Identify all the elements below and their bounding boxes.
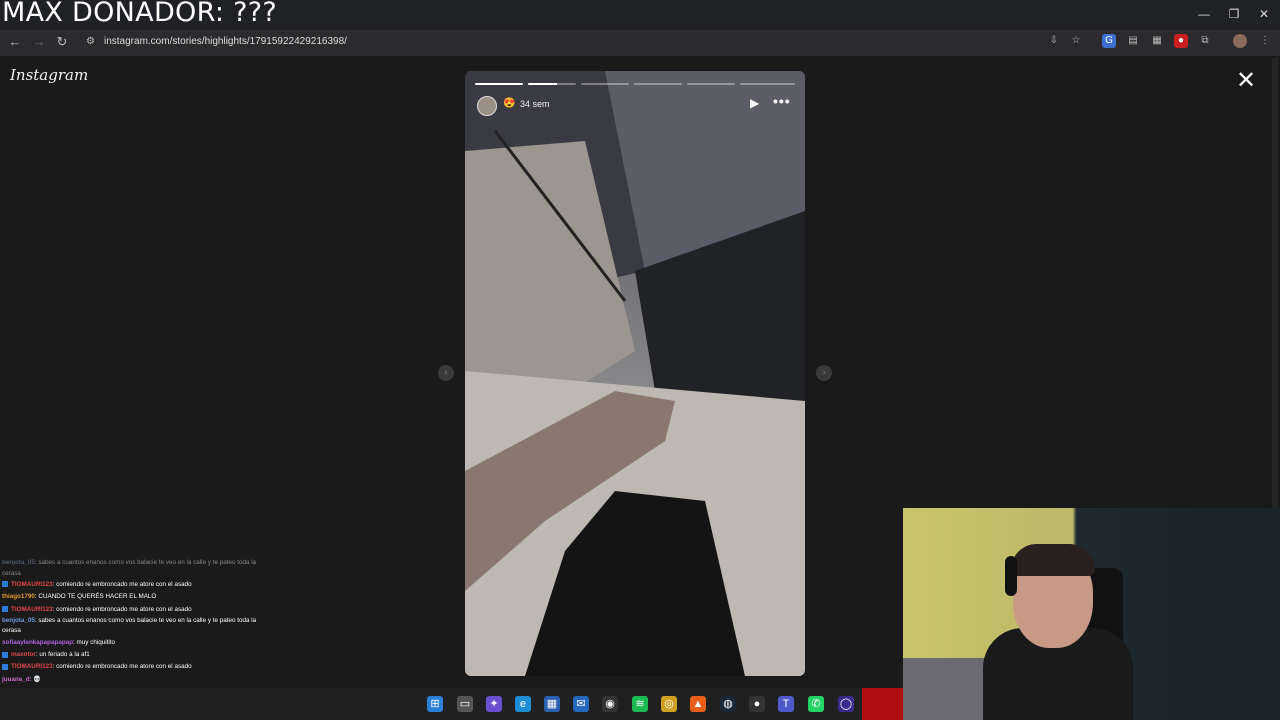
minimize-button[interactable]: —: [1194, 5, 1214, 23]
close-window-button[interactable]: ✕: [1254, 5, 1274, 23]
task-view-icon[interactable]: ▭: [457, 696, 473, 712]
url-text[interactable]: instagram.com/stories/highlights/1791592…: [104, 36, 347, 47]
chat-text: : 💀: [29, 675, 41, 683]
chat-username[interactable]: sofiaaylenkapapapapap: [2, 639, 73, 646]
story-progress-segment: [581, 83, 629, 85]
chat-text: : sabes a cuantos enanos como vos balaci…: [2, 559, 257, 577]
story-media[interactable]: 😍 34 sem ▶ •••: [465, 71, 805, 676]
forward-icon[interactable]: →: [30, 34, 48, 50]
chat-badge-icon: [2, 581, 8, 588]
chat-message: TIOMAURI123: comiendo re embroncado me a…: [0, 579, 265, 591]
chat-message: TIOMAURI123: comiendo re embroncado me a…: [0, 604, 265, 616]
chat-username[interactable]: thiago1790: [2, 593, 35, 600]
story-progress-segment: [687, 83, 735, 85]
bookmark-star-icon[interactable]: ☆: [1069, 34, 1083, 48]
chat-username[interactable]: juuana_d: [2, 676, 30, 683]
chat-badge-icon: [2, 651, 8, 658]
chat-text: : CUANDO TE QUERÉS HACER EL MALO: [34, 593, 157, 601]
chat-message: benjota_05: sabes a cuantos enanos como …: [0, 616, 265, 637]
edge-icon[interactable]: e: [515, 696, 531, 712]
chat-text: : comiendo re embroncado me atore con el…: [52, 663, 192, 671]
chat-message: thiago1790: CUANDO TE QUERÉS HACER EL MA…: [0, 591, 265, 603]
chat-username[interactable]: benjota_05: [2, 617, 35, 624]
story-progress-segment: [740, 83, 795, 85]
chat-badge-icon: [2, 605, 8, 612]
story-timestamp: 34 sem: [520, 99, 550, 109]
chat-badge-icon: [2, 663, 8, 670]
install-app-icon[interactable]: ⇩: [1047, 34, 1061, 48]
chat-message: sofiaaylenkapapapapap: muy chiquitito: [0, 637, 265, 649]
spotify-icon[interactable]: ≋: [632, 696, 648, 712]
chat-message: benjota_05: sabes a cuantos enanos como …: [0, 558, 265, 579]
chat-text: : comiendo re embroncado me atore con el…: [52, 581, 192, 588]
previous-story-chevron-icon[interactable]: ‹: [438, 365, 454, 381]
stream-overlay-title: MAX DONADOR: ???: [2, 0, 277, 28]
teams-icon[interactable]: T: [778, 696, 794, 712]
chat-username[interactable]: TIOMAURI123: [11, 581, 53, 588]
next-story-chevron-icon[interactable]: ›: [816, 365, 832, 381]
adblock-extension-icon[interactable]: ●: [1174, 34, 1188, 48]
mail-icon[interactable]: ✉: [573, 696, 589, 712]
chat-username[interactable]: maxotor: [11, 651, 36, 658]
play-icon[interactable]: ▶: [750, 96, 759, 110]
store-icon[interactable]: ▦: [544, 696, 560, 712]
webcam-bed: [903, 658, 993, 720]
site-info-icon[interactable]: ⚙: [86, 36, 95, 47]
story-progress-segment: [475, 83, 523, 85]
webcam-person-hair: [1011, 544, 1095, 576]
whatsapp-icon[interactable]: ✆: [808, 696, 824, 712]
chat-username[interactable]: benjota_05: [2, 559, 35, 566]
chat-message: juuana_d: 💀: [0, 674, 265, 686]
webcam-feed: [903, 508, 1280, 720]
taskbar-highlight: [862, 688, 907, 720]
chrome-icon[interactable]: ◎: [661, 696, 677, 712]
back-icon[interactable]: ←: [6, 34, 24, 50]
story-progress-segment-current: [528, 83, 576, 85]
browser-menu-icon[interactable]: ⋮: [1258, 34, 1272, 48]
profile-avatar[interactable]: [1233, 34, 1247, 48]
chat-text: : muy chiquitito: [73, 638, 116, 646]
chat-text: : comiendo re embroncado me atore con el…: [52, 605, 192, 613]
chat-username[interactable]: TIOMAURI123: [11, 606, 53, 613]
restore-button[interactable]: ❐: [1224, 5, 1244, 23]
copilot-icon[interactable]: ✦: [486, 696, 502, 712]
chat-message: maxotor: un feriado a la af1: [0, 649, 265, 661]
brave-icon[interactable]: ▲: [690, 696, 706, 712]
app-icon[interactable]: ◯: [838, 696, 854, 712]
story-author-avatar[interactable]: [477, 96, 497, 116]
obs-icon[interactable]: ◉: [602, 696, 618, 712]
chat-username[interactable]: TIOMAURI123: [11, 663, 53, 670]
chat-text: : un feriado a la af1: [35, 651, 90, 659]
github-icon[interactable]: ●: [749, 696, 765, 712]
steam-icon[interactable]: ◍: [720, 696, 736, 712]
more-options-icon[interactable]: •••: [773, 93, 791, 109]
close-icon[interactable]: ✕: [1235, 69, 1257, 93]
instagram-logo[interactable]: Instagram: [10, 66, 88, 84]
extension-icon[interactable]: ▦: [1150, 34, 1164, 48]
chat-message: TIOMAURI123: comiendo re embroncado me a…: [0, 661, 265, 673]
windows-start-icon[interactable]: ⊞: [427, 696, 443, 712]
extension-icon[interactable]: ▤: [1126, 34, 1140, 48]
highlight-emoji: 😍: [503, 98, 516, 109]
story-progress-segment: [634, 83, 682, 85]
reload-icon[interactable]: ↻: [53, 34, 71, 50]
extensions-puzzle-icon[interactable]: ⧉: [1198, 34, 1212, 48]
story-photo: [465, 71, 805, 676]
headphones-icon: [1005, 556, 1017, 596]
translate-extension-icon[interactable]: G: [1102, 34, 1116, 48]
chat-text: : sabes a cuantos enanos como vos balaci…: [2, 616, 257, 635]
